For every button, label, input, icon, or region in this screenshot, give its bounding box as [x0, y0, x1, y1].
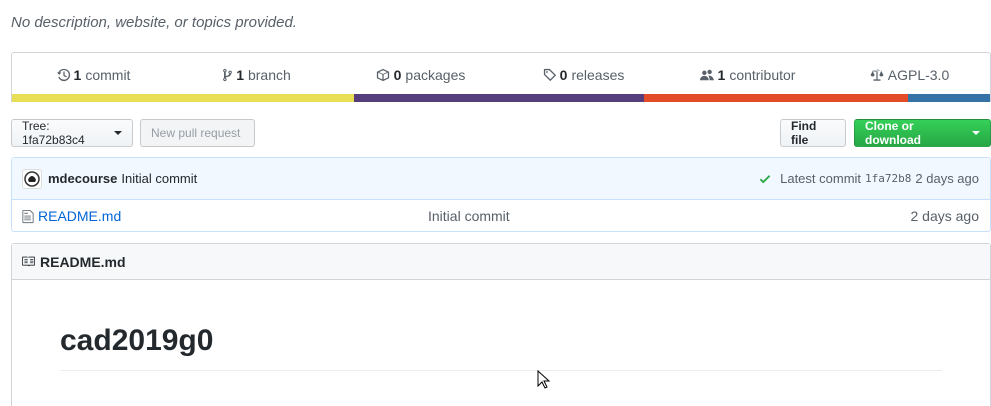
- language-bar[interactable]: [12, 94, 990, 102]
- contributor-count: 1: [717, 66, 726, 83]
- numbers-summary: 1 commit 1 branch 0 packages 0 releases …: [11, 52, 991, 102]
- clone-download-label: Clone or download: [865, 119, 921, 147]
- file-commit-message[interactable]: Initial commit: [428, 208, 510, 224]
- find-file-button[interactable]: Find file: [780, 119, 846, 147]
- tag-icon: [543, 68, 556, 81]
- history-icon: [56, 68, 70, 81]
- contributor-label: contributor: [729, 66, 796, 83]
- clone-download-button[interactable]: Clone or download: [854, 119, 991, 147]
- file-list: mdecourse Initial commit Latest commit 1…: [11, 157, 991, 232]
- latest-commit-bar: mdecourse Initial commit Latest commit 1…: [12, 158, 990, 200]
- people-icon: [699, 69, 714, 80]
- readme-title: cad2019g0: [60, 322, 942, 371]
- summary-commits[interactable]: 1 commit: [12, 67, 175, 83]
- language-segment-4: [908, 94, 990, 102]
- mouse-cursor-icon: [537, 370, 551, 389]
- readme-panel: README.md cad2019g0: [11, 243, 991, 406]
- commit-message[interactable]: Initial commit: [121, 171, 197, 186]
- commit-count: 1: [73, 66, 82, 83]
- chevron-down-icon: [114, 131, 122, 135]
- file-icon: [22, 209, 34, 223]
- commit-age: 2 days ago: [915, 171, 979, 186]
- branch-count: 1: [236, 66, 244, 83]
- new-pull-request-button[interactable]: New pull request: [140, 119, 255, 147]
- summary-license[interactable]: AGPL-3.0: [829, 67, 990, 83]
- latest-commit-label: Latest commit: [780, 171, 862, 186]
- branch-select-button[interactable]: Tree: 1fa72b83c4: [11, 119, 133, 147]
- language-segment-1: [12, 94, 355, 102]
- package-count: 0: [393, 66, 402, 83]
- book-icon: [22, 256, 35, 267]
- avatar[interactable]: [22, 168, 42, 189]
- summary-packages[interactable]: 0 packages: [338, 67, 502, 83]
- law-icon: [870, 68, 884, 81]
- check-icon: [759, 174, 771, 183]
- branch-select-label: Tree: 1fa72b83c4: [22, 119, 85, 147]
- commit-label: commit: [85, 66, 131, 83]
- file-age: 2 days ago: [910, 208, 980, 224]
- language-segment-2: [354, 94, 644, 102]
- package-label: packages: [405, 66, 466, 83]
- summary-branches[interactable]: 1 branch: [175, 67, 338, 83]
- release-count: 0: [559, 66, 568, 83]
- commit-sha[interactable]: 1fa72b8: [865, 172, 911, 185]
- package-icon: [376, 68, 389, 81]
- file-name-link[interactable]: README.md: [38, 208, 121, 224]
- readme-body: cad2019g0: [12, 280, 990, 371]
- readme-filename: README.md: [40, 253, 126, 270]
- release-label: releases: [571, 66, 625, 83]
- readme-header: README.md: [12, 244, 990, 280]
- chevron-down-icon: [972, 131, 980, 135]
- repo-description: No description, website, or topics provi…: [11, 14, 297, 31]
- summary-releases[interactable]: 0 releases: [502, 67, 665, 83]
- branch-icon: [223, 68, 233, 81]
- license-label: AGPL-3.0: [887, 66, 950, 83]
- latest-commit-info: Latest commit 1fa72b8 2 days ago: [758, 171, 979, 186]
- language-segment-3: [643, 94, 909, 102]
- commit-author[interactable]: mdecourse: [48, 171, 117, 186]
- avatar-image-icon: [24, 170, 40, 187]
- summary-contributors[interactable]: 1 contributor: [665, 67, 829, 83]
- branch-label: branch: [247, 66, 291, 83]
- table-row: README.md Initial commit 2 days ago: [12, 200, 990, 232]
